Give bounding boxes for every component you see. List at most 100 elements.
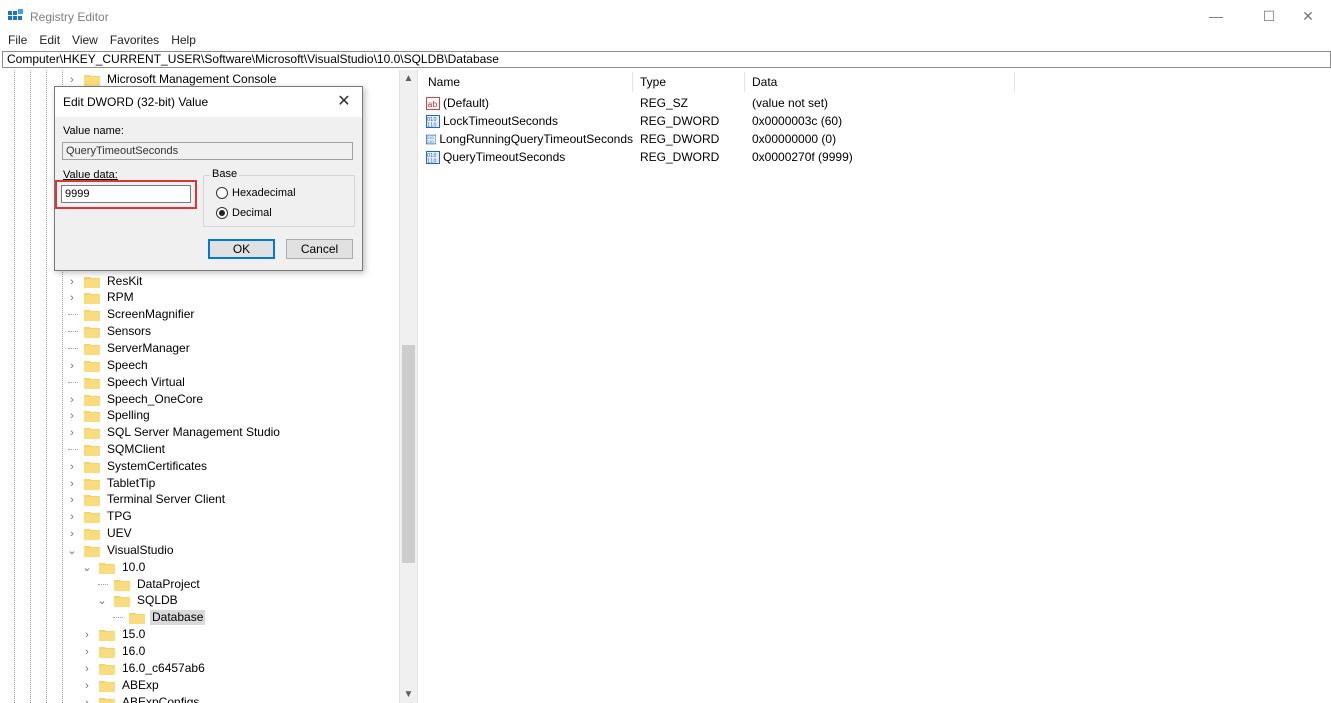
tree-item-label: TPG (107, 509, 132, 523)
hexadecimal-radio[interactable]: Hexadecimal (216, 187, 296, 199)
binary-value-icon: 010110 (426, 150, 440, 164)
folder-icon (84, 74, 100, 86)
value-data: (value not set) (752, 96, 829, 110)
menu-favorites[interactable]: Favorites (104, 32, 165, 50)
menu-view[interactable]: View (66, 32, 104, 50)
value-name-cell: 010 110 LockTimeoutSeconds (421, 114, 633, 128)
expand-icon[interactable]: › (66, 273, 78, 290)
tree-item-label: VisualStudio (107, 543, 174, 557)
tree-scrollbar[interactable]: ▲ ▼ (400, 70, 417, 703)
tree-item[interactable]: ServerManager (66, 340, 192, 357)
tree-item[interactable]: › TPG (66, 508, 134, 525)
tree-item[interactable]: › SystemCertificates (66, 458, 209, 475)
tree-item[interactable]: › ABExp (81, 677, 161, 694)
close-button[interactable]: ✕ (1285, 0, 1331, 32)
folder-icon (84, 528, 100, 540)
list-header: Name Type Data (421, 72, 1331, 92)
svg-text:110: 110 (427, 140, 435, 144)
decimal-radio[interactable]: Decimal (216, 207, 272, 219)
title-bar: Registry Editor — ☐ ✕ (0, 0, 1331, 32)
tree-item[interactable]: › UEV (66, 525, 134, 542)
expand-icon[interactable]: › (66, 407, 78, 424)
expand-icon[interactable]: › (81, 626, 93, 643)
value-row[interactable]: 010 110 LongRunningQueryTimeoutSeconds REG_… (421, 130, 1331, 148)
tree-leaf-connector (68, 314, 78, 315)
tree-item[interactable]: ⌄ VisualStudio (66, 542, 176, 559)
dialog-body: Value name: QueryTimeoutSeconds Value da… (55, 117, 362, 270)
column-type[interactable]: Type (633, 72, 745, 92)
scroll-thumb[interactable] (402, 345, 415, 563)
expand-icon[interactable]: › (66, 391, 78, 408)
ok-button[interactable]: OK (208, 239, 275, 259)
value-data: 0x0000270f (9999) (752, 150, 853, 164)
expand-icon[interactable]: › (66, 458, 78, 475)
tree-item[interactable]: › Speech (66, 357, 150, 374)
expand-icon[interactable]: › (66, 357, 78, 374)
tree-item[interactable]: › 16.0 (81, 643, 147, 660)
menu-bar: File Edit View Favorites Help (0, 32, 1331, 50)
value-data-input[interactable]: 9999 (61, 185, 191, 203)
expand-icon[interactable]: › (66, 508, 78, 525)
value-row[interactable]: 010 110 QueryTimeoutSeconds REG_DWORD 0x0000… (421, 148, 1331, 166)
expand-icon[interactable]: › (66, 289, 78, 306)
collapse-icon[interactable]: ⌄ (96, 592, 108, 609)
tree-item-label: ServerManager (107, 341, 190, 355)
minimize-button[interactable]: — (1193, 0, 1239, 32)
tree-item[interactable]: › 15.0 (81, 626, 147, 643)
tree-item[interactable]: › TabletTip (66, 475, 157, 492)
expand-icon[interactable]: › (81, 660, 93, 677)
expand-icon[interactable]: › (66, 491, 78, 508)
tree-item[interactable]: Speech Virtual (66, 374, 187, 391)
tree-item[interactable]: › ABExpConfigs (81, 694, 201, 703)
values-list[interactable]: Name Type Data ab (Default) REG_SZ (value n… (421, 70, 1331, 703)
base-label: Base (210, 168, 240, 180)
folder-icon (99, 646, 115, 658)
column-data[interactable]: Data (745, 72, 1015, 92)
folder-icon (84, 427, 100, 439)
tree-item[interactable]: › ResKit (66, 273, 144, 290)
tree-item[interactable]: Sensors (66, 323, 153, 340)
minimize-icon: — (1209, 8, 1223, 24)
value-row[interactable]: ab (Default) REG_SZ (value not set) (421, 94, 1331, 112)
expand-icon[interactable]: › (66, 525, 78, 542)
tree-item-label: 16.0 (122, 644, 146, 658)
tree-item[interactable]: › SQL Server Management Studio (66, 424, 282, 441)
tree-item[interactable]: ⌄ SQLDB (96, 592, 180, 609)
menu-file[interactable]: File (2, 32, 33, 50)
tree-item-label: UEV (107, 526, 132, 540)
tree-item[interactable]: › Spelling (66, 407, 152, 424)
expand-icon[interactable]: › (81, 694, 93, 703)
tree-item[interactable]: Database (111, 609, 206, 626)
menu-help[interactable]: Help (165, 32, 202, 50)
collapse-icon[interactable]: ⌄ (81, 559, 93, 576)
dialog-close-button[interactable]: ✕ (330, 89, 358, 113)
decimal-label: Decimal (232, 207, 272, 219)
tree-item[interactable]: ScreenMagnifier (66, 306, 196, 323)
expand-icon[interactable]: › (81, 643, 93, 660)
tree-item[interactable]: › Terminal Server Client (66, 491, 227, 508)
column-name[interactable]: Name (421, 72, 633, 92)
folder-icon (84, 478, 100, 490)
address-bar[interactable]: Computer\HKEY_CURRENT_USER\Software\Micr… (2, 51, 1331, 68)
expand-icon[interactable]: › (81, 677, 93, 694)
tree-item[interactable]: › Speech_OneCore (66, 391, 205, 408)
collapse-icon[interactable]: ⌄ (66, 542, 78, 559)
tree-item[interactable]: SQMClient (66, 441, 167, 458)
expand-icon[interactable]: › (66, 424, 78, 441)
cancel-button[interactable]: Cancel (286, 239, 353, 259)
scroll-down-icon[interactable]: ▼ (400, 686, 417, 703)
folder-icon (114, 579, 130, 591)
value-row[interactable]: 010 110 LockTimeoutSeconds REG_DWORD 0x00000… (421, 112, 1331, 130)
folder-icon (84, 394, 100, 406)
dialog-title: Edit DWORD (32-bit) Value (63, 95, 209, 109)
tree-item[interactable]: › RPM (66, 289, 136, 306)
tree-item[interactable]: › 16.0_c6457ab6 (81, 660, 207, 677)
menu-edit[interactable]: Edit (33, 32, 66, 50)
close-icon: ✕ (337, 93, 351, 110)
expand-icon[interactable]: › (66, 475, 78, 492)
tree-item[interactable]: DataProject (96, 576, 202, 593)
tree-item[interactable]: ⌄ 10.0 (81, 559, 147, 576)
scroll-up-icon[interactable]: ▲ (400, 70, 417, 87)
folder-icon (84, 377, 100, 389)
folder-icon (99, 697, 115, 703)
